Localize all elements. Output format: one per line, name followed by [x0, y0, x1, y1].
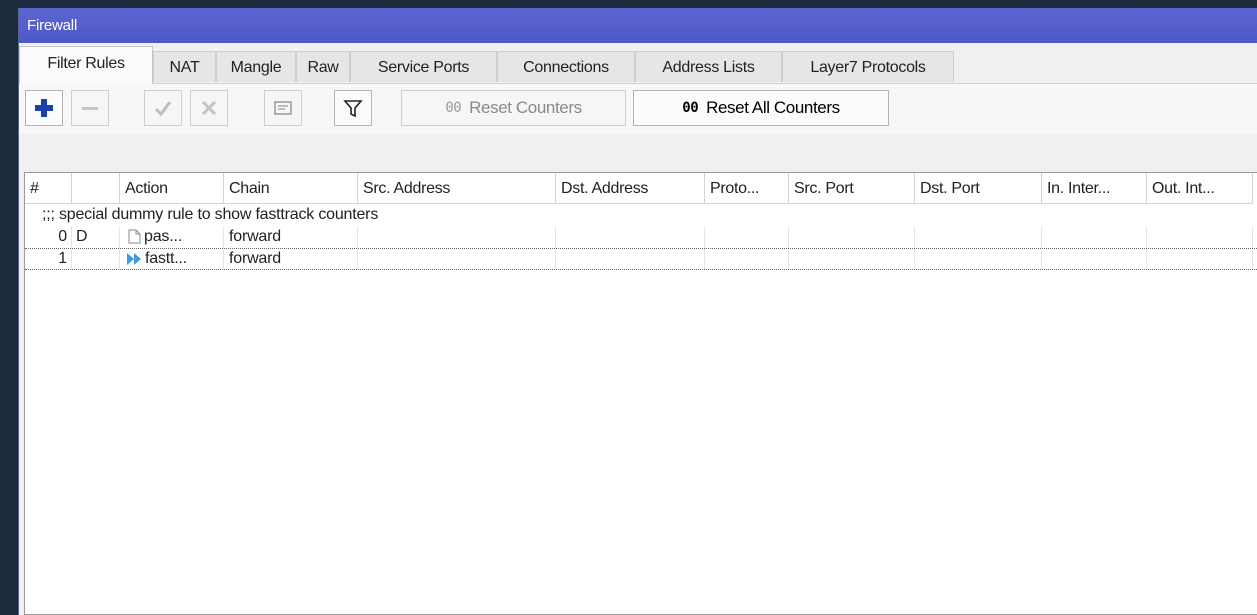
reset-all-counters-button[interactable]: 00 Reset All Counters: [633, 90, 889, 126]
passthrough-icon: [128, 229, 141, 244]
remove-button[interactable]: [71, 90, 109, 126]
tab-address-lists[interactable]: Address Lists: [635, 51, 782, 82]
tab-filter-rules[interactable]: Filter Rules: [19, 46, 153, 84]
rule-src-address: [358, 226, 556, 248]
tab-service-ports[interactable]: Service Ports: [350, 51, 497, 82]
tab-raw[interactable]: Raw: [296, 51, 350, 82]
table-row[interactable]: 1 fastt... forward: [25, 248, 1257, 270]
fasttrack-icon: [127, 252, 141, 265]
enable-button[interactable]: [144, 90, 182, 126]
counter-icon: 00: [445, 100, 462, 116]
rule-dst-port: [915, 249, 1042, 269]
rule-dst-port: [915, 226, 1042, 248]
counter-icon: 00: [682, 100, 699, 116]
rule-flag: [72, 249, 120, 269]
column-header-src-port[interactable]: Src. Port: [789, 173, 915, 204]
table-row[interactable]: 0 D pas... forward: [25, 226, 1257, 248]
rule-src-port: [789, 226, 915, 248]
rule-dst-address: [556, 226, 705, 248]
column-header-chain[interactable]: Chain: [224, 173, 358, 204]
rule-chain: forward: [224, 226, 358, 248]
rule-action: fastt...: [120, 249, 224, 269]
column-header-number[interactable]: #: [25, 173, 72, 204]
rule-src-port: [789, 249, 915, 269]
rule-comment: ;;; special dummy rule to show fasttrack…: [42, 206, 379, 223]
column-header-dst-port[interactable]: Dst. Port: [915, 173, 1042, 204]
rules-table: # Action Chain Src. Address Dst. Address…: [24, 172, 1257, 615]
tab-bar: Filter Rules NAT Mangle Raw Service Port…: [19, 43, 1257, 84]
tab-nat[interactable]: NAT: [153, 51, 216, 82]
cross-icon: [201, 100, 217, 116]
rule-in-interface: [1042, 249, 1147, 269]
column-header-in-interface[interactable]: In. Inter...: [1042, 173, 1147, 204]
column-header-src-address[interactable]: Src. Address: [358, 173, 556, 204]
column-header-dst-address[interactable]: Dst. Address: [556, 173, 705, 204]
tab-mangle[interactable]: Mangle: [216, 51, 296, 82]
funnel-icon: [343, 100, 363, 118]
filter-button[interactable]: [334, 90, 372, 126]
reset-all-counters-label: Reset All Counters: [706, 98, 840, 117]
rule-action-label: pas...: [144, 228, 182, 245]
reset-counters-label: Reset Counters: [469, 98, 582, 117]
rule-flag: D: [72, 226, 120, 248]
rule-out-interface: [1147, 249, 1253, 269]
check-icon: [154, 101, 172, 117]
column-header-action[interactable]: Action: [120, 173, 224, 204]
note-icon: [274, 101, 292, 115]
plus-icon: [35, 99, 53, 117]
rule-action-label: fastt...: [145, 250, 187, 267]
firewall-window: Firewall Filter Rules NAT Mangle Raw Ser…: [18, 8, 1257, 615]
add-button[interactable]: [25, 90, 63, 126]
window-title: Firewall: [19, 8, 1257, 43]
tab-connections[interactable]: Connections: [497, 51, 635, 82]
rule-in-interface: [1042, 226, 1147, 248]
rule-chain: forward: [224, 249, 358, 269]
rule-action: pas...: [120, 226, 224, 248]
toolbar: 00 Reset Counters 00 Reset All Counters: [19, 83, 1257, 134]
rule-out-interface: [1147, 226, 1253, 248]
reset-counters-button[interactable]: 00 Reset Counters: [401, 90, 626, 126]
disable-button[interactable]: [190, 90, 228, 126]
rule-dst-address: [556, 249, 705, 269]
comment-button[interactable]: [264, 90, 302, 126]
rule-src-address: [358, 249, 556, 269]
rule-protocol: [705, 249, 789, 269]
column-header-flags[interactable]: [72, 173, 120, 204]
minus-icon: [82, 107, 98, 110]
column-header-out-interface[interactable]: Out. Int...: [1147, 173, 1253, 204]
tab-layer7-protocols[interactable]: Layer7 Protocols: [782, 51, 954, 82]
rule-number: 0: [25, 226, 72, 248]
rule-number: 1: [25, 249, 72, 269]
column-header-protocol[interactable]: Proto...: [705, 173, 789, 204]
rule-protocol: [705, 226, 789, 248]
